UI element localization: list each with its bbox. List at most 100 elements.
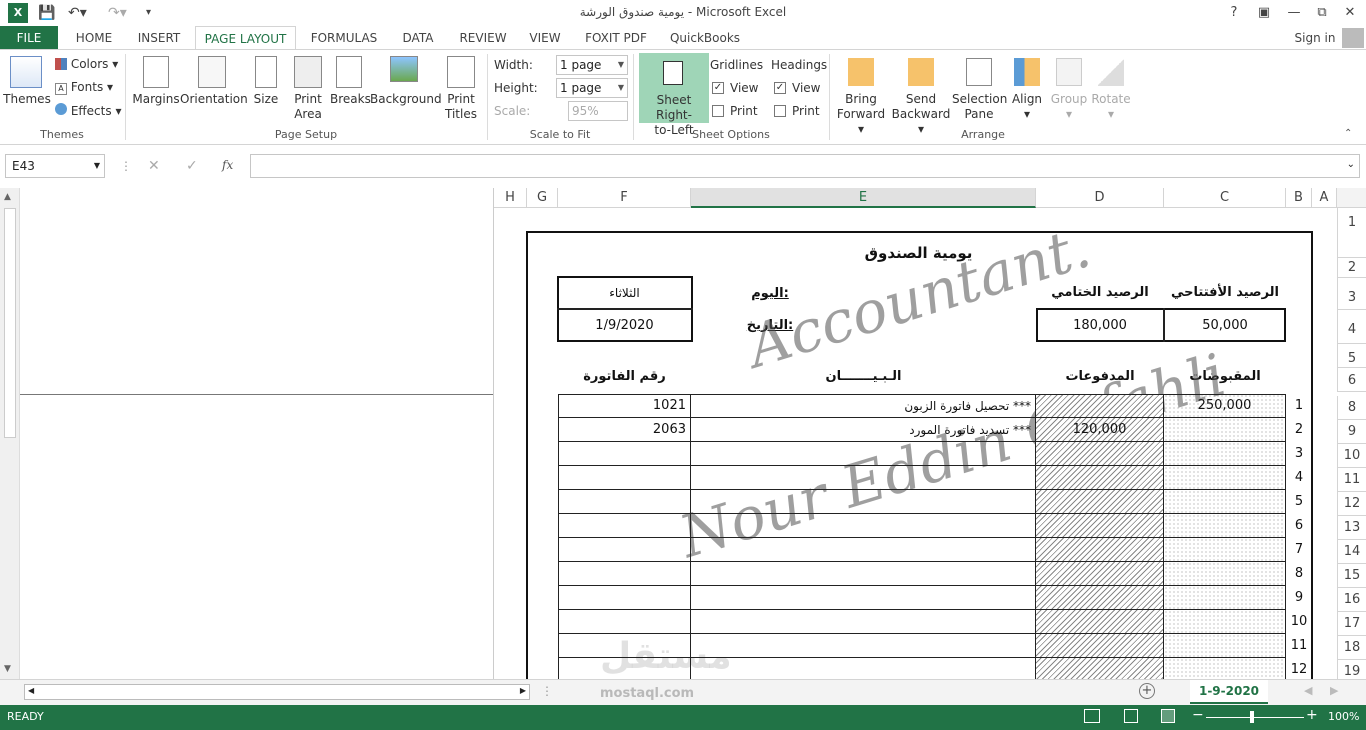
scroll-right-icon[interactable]: ▶	[520, 686, 526, 695]
table-cell-receipts[interactable]	[1164, 418, 1286, 442]
row-header[interactable]: 2	[1337, 258, 1366, 278]
table-cell-receipts[interactable]	[1164, 562, 1286, 586]
close-icon[interactable]: ✕	[1338, 3, 1362, 23]
table-cell-statement[interactable]	[691, 466, 1036, 490]
row-header[interactable]: 16	[1337, 588, 1366, 612]
scroll-up-icon[interactable]: ▲	[4, 192, 11, 202]
table-cell-num[interactable]: 12	[1286, 658, 1312, 679]
tab-page-layout[interactable]: PAGE LAYOUT	[195, 26, 296, 50]
table-cell-receipts[interactable]	[1164, 514, 1286, 538]
gridlines-view-checkbox[interactable]: ✓	[712, 82, 724, 94]
table-cell-invoice[interactable]: 2063	[558, 418, 691, 442]
sheet-tab-1-9-2020[interactable]: 1-9-2020	[1190, 680, 1268, 704]
table-cell-num[interactable]: 7	[1286, 538, 1312, 562]
tab-insert[interactable]: INSERT	[130, 26, 188, 50]
table-cell-statement[interactable]: تسديد فاتورة المورد ***	[691, 418, 1036, 442]
tab-review[interactable]: REVIEW	[452, 26, 514, 50]
scale-input[interactable]: 95%	[568, 101, 628, 121]
gridlines-print-checkbox[interactable]	[712, 105, 724, 117]
zoom-slider[interactable]	[1206, 717, 1304, 718]
headings-print-checkbox[interactable]	[774, 105, 786, 117]
vertical-scrollbar[interactable]: ▲ ▼	[0, 188, 20, 679]
row-header[interactable]: 8	[1337, 396, 1366, 420]
headings-view-checkbox[interactable]: ✓	[774, 82, 786, 94]
page-layout-view-icon[interactable]	[1124, 709, 1138, 723]
table-cell-num[interactable]: 9	[1286, 586, 1312, 610]
orientation-button[interactable]: Orientation	[180, 92, 248, 107]
table-cell-num[interactable]: 5	[1286, 490, 1312, 514]
table-cell-payments[interactable]	[1036, 466, 1164, 490]
zoom-slider-thumb[interactable]	[1250, 711, 1254, 723]
table-cell-receipts[interactable]	[1164, 466, 1286, 490]
row-header[interactable]: 11	[1337, 468, 1366, 492]
worksheet[interactable]: ▲ ▼ H G F E D C B A 1 2 3 4 5 6 8 9 10 1…	[0, 188, 1366, 679]
row-header[interactable]: 10	[1337, 444, 1366, 468]
table-cell-num[interactable]: 2	[1286, 418, 1312, 442]
print-area-button[interactable]: Print Area	[288, 92, 328, 122]
new-sheet-icon[interactable]: +	[1139, 683, 1155, 699]
table-cell-invoice[interactable]	[558, 586, 691, 610]
scrollbar-thumb[interactable]	[4, 208, 16, 438]
zoom-level[interactable]: 100%	[1328, 710, 1359, 723]
tab-split-handle[interactable]: ⋮	[541, 684, 553, 698]
table-cell-invoice[interactable]: 1021	[558, 394, 691, 418]
row-header[interactable]: 1	[1337, 208, 1366, 258]
tab-home[interactable]: HOME	[66, 26, 122, 50]
expand-formula-icon[interactable]: ⌄	[1347, 159, 1355, 170]
table-cell-receipts[interactable]: 250,000	[1164, 394, 1286, 418]
table-cell-statement[interactable]	[691, 490, 1036, 514]
column-header-h[interactable]: H	[494, 188, 527, 208]
collapse-ribbon-icon[interactable]: ⌃	[1344, 128, 1352, 139]
column-header-f[interactable]: F	[558, 188, 691, 208]
table-cell-receipts[interactable]	[1164, 658, 1286, 679]
column-header-e[interactable]: E	[691, 188, 1036, 208]
table-cell-invoice[interactable]	[558, 538, 691, 562]
table-cell-statement[interactable]	[691, 610, 1036, 634]
sheet-rtl-button[interactable]: Sheet Right-to-Left	[639, 53, 709, 137]
table-cell-payments[interactable]	[1036, 514, 1164, 538]
table-cell-payments[interactable]	[1036, 538, 1164, 562]
closing-balance-value[interactable]: 180,000	[1036, 318, 1164, 333]
table-cell-invoice[interactable]	[558, 490, 691, 514]
table-cell-invoice[interactable]	[558, 562, 691, 586]
date-value[interactable]: 1/9/2020	[558, 318, 691, 333]
table-cell-num[interactable]: 3	[1286, 442, 1312, 466]
table-cell-invoice[interactable]	[558, 514, 691, 538]
scroll-left-icon[interactable]: ◀	[28, 686, 34, 695]
zoom-out-icon[interactable]: −	[1192, 707, 1204, 723]
table-cell-statement[interactable]	[691, 562, 1036, 586]
enter-icon[interactable]: ✓	[186, 158, 198, 174]
name-box[interactable]: E43 ▼	[5, 154, 105, 178]
tab-quickbooks[interactable]: QuickBooks	[664, 26, 746, 50]
table-cell-statement[interactable]	[691, 586, 1036, 610]
table-cell-payments[interactable]	[1036, 442, 1164, 466]
height-dropdown[interactable]: 1 page ▼	[556, 78, 628, 98]
table-cell-num[interactable]: 4	[1286, 466, 1312, 490]
select-all-corner[interactable]	[1337, 188, 1366, 208]
tab-view[interactable]: VIEW	[522, 26, 568, 50]
prev-sheet-icon[interactable]: ◀	[1304, 684, 1312, 697]
table-cell-statement[interactable]	[691, 634, 1036, 658]
tab-foxit-pdf[interactable]: FOXIT PDF	[580, 26, 652, 50]
row-header[interactable]: 13	[1337, 516, 1366, 540]
opening-balance-value[interactable]: 50,000	[1164, 318, 1286, 333]
breaks-button[interactable]: Breaks	[330, 92, 371, 107]
table-cell-invoice[interactable]	[558, 466, 691, 490]
table-cell-payments[interactable]	[1036, 586, 1164, 610]
table-cell-payments[interactable]	[1036, 562, 1164, 586]
width-dropdown[interactable]: 1 page ▼	[556, 55, 628, 75]
table-cell-payments[interactable]	[1036, 610, 1164, 634]
fonts-button[interactable]: A Fonts ▾	[55, 80, 113, 95]
table-cell-receipts[interactable]	[1164, 634, 1286, 658]
effects-button[interactable]: Effects ▾	[55, 103, 121, 118]
group-objects-button[interactable]: Group ▾	[1048, 92, 1090, 122]
rotate-button[interactable]: Rotate ▾	[1090, 92, 1132, 122]
table-cell-statement[interactable]	[691, 538, 1036, 562]
table-cell-invoice[interactable]	[558, 634, 691, 658]
row-header[interactable]: 17	[1337, 612, 1366, 636]
table-cell-statement[interactable]	[691, 658, 1036, 679]
table-cell-statement[interactable]	[691, 514, 1036, 538]
row-header[interactable]: 6	[1337, 368, 1366, 392]
size-button[interactable]: Size	[248, 92, 284, 107]
ribbon-display-icon[interactable]: ▣	[1252, 3, 1276, 23]
